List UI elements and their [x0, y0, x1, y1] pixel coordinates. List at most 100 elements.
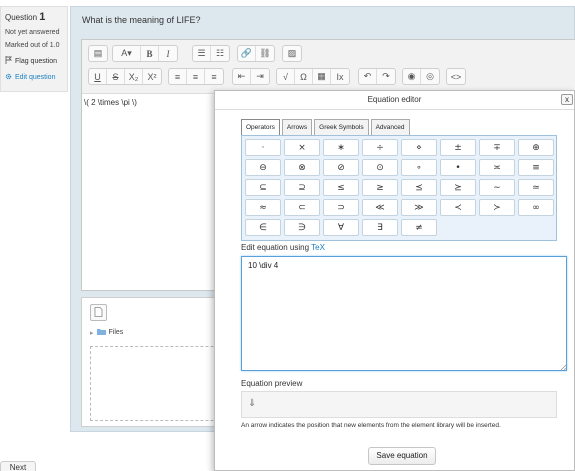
strikethrough-button[interactable]: S — [107, 69, 125, 84]
html-icon[interactable]: <> — [447, 69, 465, 84]
underline-button[interactable]: U — [89, 69, 107, 84]
symbol-button[interactable]: ∼ — [479, 179, 515, 196]
italic-button[interactable]: I — [159, 46, 177, 61]
tab-greek-symbols[interactable]: Greek Symbols — [314, 119, 369, 135]
resize-grip-icon[interactable] — [559, 363, 567, 371]
symbol-button[interactable]: ∘ — [401, 159, 437, 176]
add-file-icon — [94, 306, 103, 319]
symbol-button[interactable]: ∋ — [284, 219, 320, 236]
undo-icon[interactable]: ↶ — [359, 69, 377, 84]
symbol-button[interactable]: ⊇ — [284, 179, 320, 196]
symbol-button[interactable]: • — [440, 159, 476, 176]
gear-icon — [5, 73, 12, 82]
edit-question-link[interactable]: Edit question — [5, 73, 63, 82]
symbol-button[interactable]: × — [284, 139, 320, 156]
insert-hint: An arrow indicates the position that new… — [241, 422, 501, 429]
toolbar-group-history: ↶ ↷ — [358, 68, 396, 85]
edit-equation-text: Edit equation using — [241, 243, 310, 252]
save-equation-button[interactable]: Save equation — [368, 447, 436, 465]
font-style-dropdown[interactable]: A▾ — [113, 46, 141, 61]
align-left-icon[interactable]: ≡ — [169, 69, 187, 84]
add-file-button[interactable] — [90, 304, 107, 321]
toolbar-group-align: ≡ ≡ ≡ — [168, 68, 224, 85]
symbol-button[interactable]: ≺ — [440, 199, 476, 216]
tab-operators[interactable]: Operators — [241, 119, 280, 135]
question-marks: Marked out of 1.0 — [5, 42, 60, 49]
symbol-button[interactable]: ∓ — [479, 139, 515, 156]
edit-question-label: Edit question — [15, 74, 56, 81]
tex-link[interactable]: TeX — [311, 243, 325, 252]
symbol-button[interactable]: ⪰ — [440, 179, 476, 196]
flag-question-link[interactable]: Flag question — [5, 56, 63, 66]
subscript-button[interactable]: X₂ — [125, 69, 143, 84]
indent-icon[interactable]: ⇥ — [251, 69, 269, 84]
equation-preview: ⇓ — [241, 391, 557, 418]
symbol-button[interactable]: ⊘ — [323, 159, 359, 176]
editor-toolbar: ▤ A▾ B I ☰ ☷ 🔗 ⛓ ▨ U S X₂ X² ≡ ≡ ≡ ⇤ ⇥ √… — [82, 40, 575, 94]
files-label: Files — [108, 329, 124, 336]
superscript-button[interactable]: X² — [143, 69, 161, 84]
symbol-button[interactable]: ≻ — [479, 199, 515, 216]
screenreader-icon[interactable]: ◎ — [421, 69, 439, 84]
link-icon[interactable]: 🔗 — [238, 46, 256, 61]
symbol-button[interactable]: ∀ — [323, 219, 359, 236]
files-tree-item[interactable]: ▸ Files — [90, 328, 123, 337]
symbol-button[interactable]: ≫ — [401, 199, 437, 216]
toolbar-group-media: ▨ — [282, 45, 302, 62]
symbol-button[interactable]: ∈ — [245, 219, 281, 236]
symbol-button[interactable]: ≍ — [479, 159, 515, 176]
unordered-list-icon[interactable]: ☰ — [193, 46, 211, 61]
tex-input[interactable] — [241, 256, 567, 371]
flag-question-label: Flag question — [15, 57, 58, 65]
redo-icon[interactable]: ↷ — [377, 69, 395, 84]
symbol-button[interactable]: ⊆ — [245, 179, 281, 196]
symbol-button[interactable]: ∞ — [518, 199, 554, 216]
symbol-button[interactable]: · — [245, 139, 281, 156]
image-icon[interactable]: ▨ — [283, 46, 301, 61]
insert-arrow-icon: ⇓ — [248, 398, 257, 409]
symbol-button[interactable]: ≤ — [323, 179, 359, 196]
equation-editor-dialog: Equation editor x Operators Arrows Greek… — [214, 90, 575, 471]
symbol-button[interactable]: ⊃ — [323, 199, 359, 216]
close-button[interactable]: x — [561, 94, 573, 105]
symbol-button[interactable]: ≈ — [245, 199, 281, 216]
symbol-button[interactable]: ⊕ — [518, 139, 554, 156]
align-right-icon[interactable]: ≡ — [205, 69, 223, 84]
accessibility-icon[interactable]: ◉ — [403, 69, 421, 84]
editor-content[interactable]: \( 2 \times \pi \) — [84, 98, 137, 107]
ordered-list-icon[interactable]: ☷ — [211, 46, 229, 61]
symbol-button[interactable]: ≠ — [401, 219, 437, 236]
unlink-icon[interactable]: ⛓ — [256, 46, 274, 61]
paragraph-style-icon[interactable]: ▤ — [89, 46, 107, 61]
symbol-button[interactable]: ∃ — [362, 219, 398, 236]
symbol-button[interactable]: ⊙ — [362, 159, 398, 176]
symbol-button[interactable]: ÷ — [362, 139, 398, 156]
equation-preview-label: Equation preview — [241, 379, 303, 388]
symbol-button[interactable]: ⊂ — [284, 199, 320, 216]
symbol-button[interactable]: ⊖ — [245, 159, 281, 176]
symbol-button[interactable]: ± — [440, 139, 476, 156]
symbol-button[interactable]: ⋄ — [401, 139, 437, 156]
outdent-icon[interactable]: ⇤ — [233, 69, 251, 84]
symbol-button[interactable]: ≡ — [518, 159, 554, 176]
dialog-header: Equation editor x — [215, 91, 574, 110]
question-text: What is the meaning of LIFE? — [82, 15, 201, 25]
symbol-button[interactable]: ∗ — [323, 139, 359, 156]
toolbar-group-html: <> — [446, 68, 466, 85]
special-char-button[interactable]: Ω — [295, 69, 313, 84]
edit-equation-label: Edit equation using TeX — [241, 243, 325, 252]
table-icon[interactable]: ▦ — [313, 69, 331, 84]
align-center-icon[interactable]: ≡ — [187, 69, 205, 84]
symbol-button[interactable]: ≃ — [518, 179, 554, 196]
bold-button[interactable]: B — [141, 46, 159, 61]
tab-arrows[interactable]: Arrows — [281, 119, 313, 135]
symbol-button[interactable]: ⊗ — [284, 159, 320, 176]
clear-format-icon[interactable]: Ix — [331, 69, 349, 84]
symbol-button[interactable]: ≥ — [362, 179, 398, 196]
equation-button[interactable]: √ — [277, 69, 295, 84]
symbol-button[interactable]: ⪯ — [401, 179, 437, 196]
next-button[interactable]: Next — [0, 461, 36, 471]
symbol-button[interactable]: ≪ — [362, 199, 398, 216]
tab-advanced[interactable]: Advanced — [370, 119, 410, 135]
flag-icon — [5, 56, 13, 66]
